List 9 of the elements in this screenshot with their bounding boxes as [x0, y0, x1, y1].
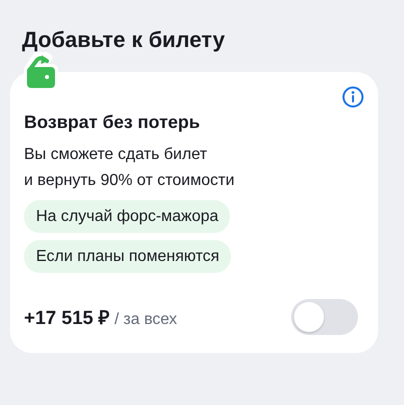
addon-description: Вы сможете сдать билет и вернуть 90% от стоимости	[24, 145, 236, 191]
feature-tag: Если планы поменяются	[24, 240, 232, 273]
addon-toggle[interactable]	[291, 299, 358, 335]
price: +17 515 ₽	[24, 307, 110, 330]
section-title: Добавьте к билету	[22, 26, 226, 54]
feature-tag: На случай форс-мажора	[24, 200, 230, 233]
info-icon[interactable]	[342, 86, 364, 108]
price-note: / за всех	[114, 311, 177, 329]
addon-title: Возврат без потерь	[24, 111, 201, 134]
